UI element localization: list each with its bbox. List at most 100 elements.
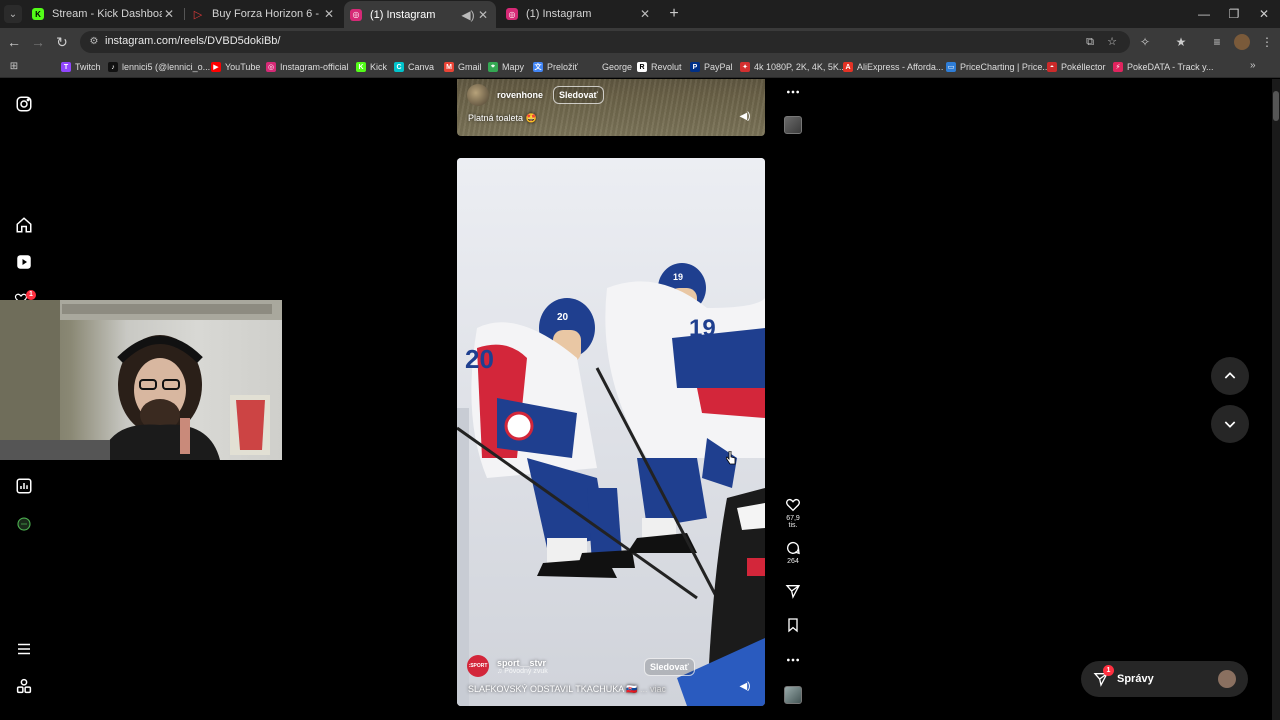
- bookmark-item[interactable]: M Gmail: [444, 60, 482, 74]
- volume-icon[interactable]: ◀): [738, 680, 752, 694]
- kick-icon: K: [32, 8, 44, 20]
- bookmark-label: George: [602, 62, 633, 72]
- scrollbar-thumb[interactable]: [1273, 91, 1279, 121]
- browser-menu-icon[interactable]: ⋮: [1258, 33, 1276, 51]
- caption-more-link[interactable]: ... viac: [640, 684, 666, 694]
- bookmark-item[interactable]: ▶ YouTube: [211, 60, 260, 74]
- media-control-icon[interactable]: ≡: [1208, 33, 1226, 51]
- bookmark-item[interactable]: ◓ Pokéllector: [1047, 60, 1106, 74]
- tab-search-button[interactable]: ⌄: [4, 5, 22, 23]
- bookmark-item[interactable]: ✦ 4k 1080P, 2K, 4K, 5K...: [740, 60, 846, 74]
- save-button[interactable]: [781, 617, 805, 633]
- audio-label[interactable]: ♫ Pôvodný zvuk: [497, 668, 548, 675]
- audio-thumbnail[interactable]: [784, 686, 802, 704]
- tab-kick-dashboard[interactable]: K Stream - Kick Dashboard ✕: [28, 2, 180, 26]
- speaker-icon[interactable]: ◀): [460, 8, 476, 22]
- bookmark-item[interactable]: 文 Preložiť: [533, 60, 578, 74]
- reels-icon[interactable]: [14, 252, 34, 272]
- more-options-icon[interactable]: [781, 652, 805, 668]
- bookmark-star-icon[interactable]: ☆: [1104, 34, 1120, 50]
- tab-forza[interactable]: ▷ Buy Forza Horizon 6 - PC & Xbox ✕: [188, 2, 340, 26]
- bookmark-favicon-icon: R: [637, 62, 647, 72]
- previous-reel-button[interactable]: [1211, 357, 1249, 395]
- author-username[interactable]: rovenhone: [497, 90, 543, 100]
- author-avatar[interactable]: :SPORT: [467, 655, 489, 677]
- also-from-meta-icon[interactable]: [14, 676, 34, 696]
- messages-icon: 1: [1093, 665, 1114, 687]
- profile-avatar[interactable]: [1234, 34, 1250, 50]
- close-icon[interactable]: ✕: [638, 7, 652, 21]
- forward-icon[interactable]: →: [28, 32, 48, 52]
- back-icon[interactable]: ←: [4, 32, 24, 52]
- browser-toolbar: ← → ↻ ⚙ instagram.com/reels/DVBD5dokiBb/…: [0, 28, 1280, 56]
- close-icon[interactable]: ✕: [322, 7, 336, 21]
- bookmark-item[interactable]: ▭ PriceCharting | Price...: [946, 60, 1050, 74]
- share-button[interactable]: [781, 583, 805, 599]
- bookmark-item[interactable]: ⌖ Mapy: [488, 60, 524, 74]
- tab-instagram-active[interactable]: ◎ (1) Instagram ◀) ✕: [344, 1, 496, 28]
- favorites-icon[interactable]: ★: [1172, 33, 1190, 51]
- audio-thumbnail[interactable]: [784, 116, 802, 134]
- next-reel-button[interactable]: [1211, 405, 1249, 443]
- page-scrollbar[interactable]: [1272, 79, 1280, 720]
- bookmark-favicon-icon: ▶: [211, 62, 221, 72]
- bookmark-favicon-icon: ⌖: [488, 62, 498, 72]
- comment-button[interactable]: 264: [781, 540, 805, 565]
- close-icon[interactable]: ✕: [162, 7, 176, 21]
- bookmark-favicon-icon: ⚡: [1113, 62, 1123, 72]
- install-app-icon[interactable]: ⧉: [1082, 34, 1098, 50]
- bookmark-item[interactable]: A AliExpress - Afforda...: [843, 60, 943, 74]
- bookmark-item[interactable]: T Twitch: [61, 60, 101, 74]
- webcam-feed: [0, 300, 282, 460]
- window-close-icon[interactable]: ✕: [1254, 4, 1274, 24]
- messages-button[interactable]: 1 Správy: [1081, 661, 1248, 697]
- reel-author[interactable]: :SPORT sport__stvr ♫ Pôvodný zvuk: [467, 655, 548, 677]
- reload-icon[interactable]: ↻: [52, 32, 72, 52]
- author-username[interactable]: sport__stvr: [497, 658, 548, 668]
- url-text[interactable]: instagram.com/reels/DVBD5dokiBb/: [105, 35, 280, 47]
- bookmark-label: Instagram-official: [280, 62, 349, 72]
- svg-text:19: 19: [673, 272, 683, 282]
- reel-card-previous[interactable]: rovenhone Sledovať Platná toaleta 🤩 ◀): [457, 79, 765, 136]
- bookmark-item[interactable]: P PayPal: [690, 60, 733, 74]
- author-avatar[interactable]: [467, 84, 489, 106]
- hockey-video-frame: 20 20 19 19: [457, 158, 765, 706]
- restore-icon[interactable]: ❐: [1224, 4, 1244, 24]
- minimize-icon[interactable]: —: [1194, 4, 1214, 24]
- bookmark-favicon-icon: ◓: [1047, 62, 1057, 72]
- tab-title: Stream - Kick Dashboard: [52, 8, 162, 20]
- bookmark-item[interactable]: George: [588, 60, 632, 74]
- apps-grid-icon[interactable]: ⊞: [8, 61, 20, 73]
- bookmark-item[interactable]: ♪ lennici5 (@lennici_o...: [108, 60, 210, 74]
- dashboard-icon[interactable]: [14, 476, 34, 496]
- bookmarks-overflow-icon[interactable]: »: [1250, 60, 1256, 71]
- instagram-logo-icon[interactable]: [14, 94, 34, 114]
- follow-button[interactable]: Sledovať: [553, 86, 604, 104]
- bookmark-item[interactable]: K Kick: [356, 60, 387, 74]
- bookmark-item[interactable]: ◎ Instagram-official: [266, 60, 348, 74]
- bookmark-label: PriceCharting | Price...: [960, 62, 1050, 72]
- bookmark-label: Twitch: [75, 62, 101, 72]
- address-bar[interactable]: ⚙ instagram.com/reels/DVBD5dokiBb/ ⧉ ☆: [80, 31, 1130, 53]
- bookmark-favicon-icon: [588, 62, 598, 72]
- bookmark-item[interactable]: ⚡ PokeDATA - Track y...: [1113, 60, 1214, 74]
- bookmark-item[interactable]: R Revolut: [637, 60, 682, 74]
- profile-avatar-icon[interactable]: [14, 514, 34, 534]
- site-info-icon[interactable]: ⚙: [88, 36, 100, 48]
- send-icon: [785, 585, 801, 599]
- extensions-icon[interactable]: ✧: [1136, 33, 1154, 51]
- bookmark-label: Mapy: [502, 62, 525, 72]
- bookmark-favicon-icon: T: [61, 62, 71, 72]
- close-icon[interactable]: ✕: [476, 8, 490, 22]
- tab-instagram[interactable]: ◎ (1) Instagram ✕: [502, 2, 656, 26]
- like-button[interactable]: 67,9 tis.: [781, 497, 805, 529]
- bookmark-item[interactable]: C Canva: [394, 60, 434, 74]
- volume-icon[interactable]: ◀): [738, 110, 752, 124]
- reel-author[interactable]: rovenhone: [467, 84, 543, 106]
- more-options-icon[interactable]: [781, 84, 805, 100]
- new-tab-button[interactable]: +: [664, 4, 684, 24]
- follow-button[interactable]: Sledovať: [644, 658, 695, 676]
- reel-card-current[interactable]: 20 20 19 19:SPORT sport__stvr ♫ Pôvodný…: [457, 158, 765, 706]
- more-menu-icon[interactable]: [14, 639, 34, 659]
- home-icon[interactable]: [14, 215, 34, 235]
